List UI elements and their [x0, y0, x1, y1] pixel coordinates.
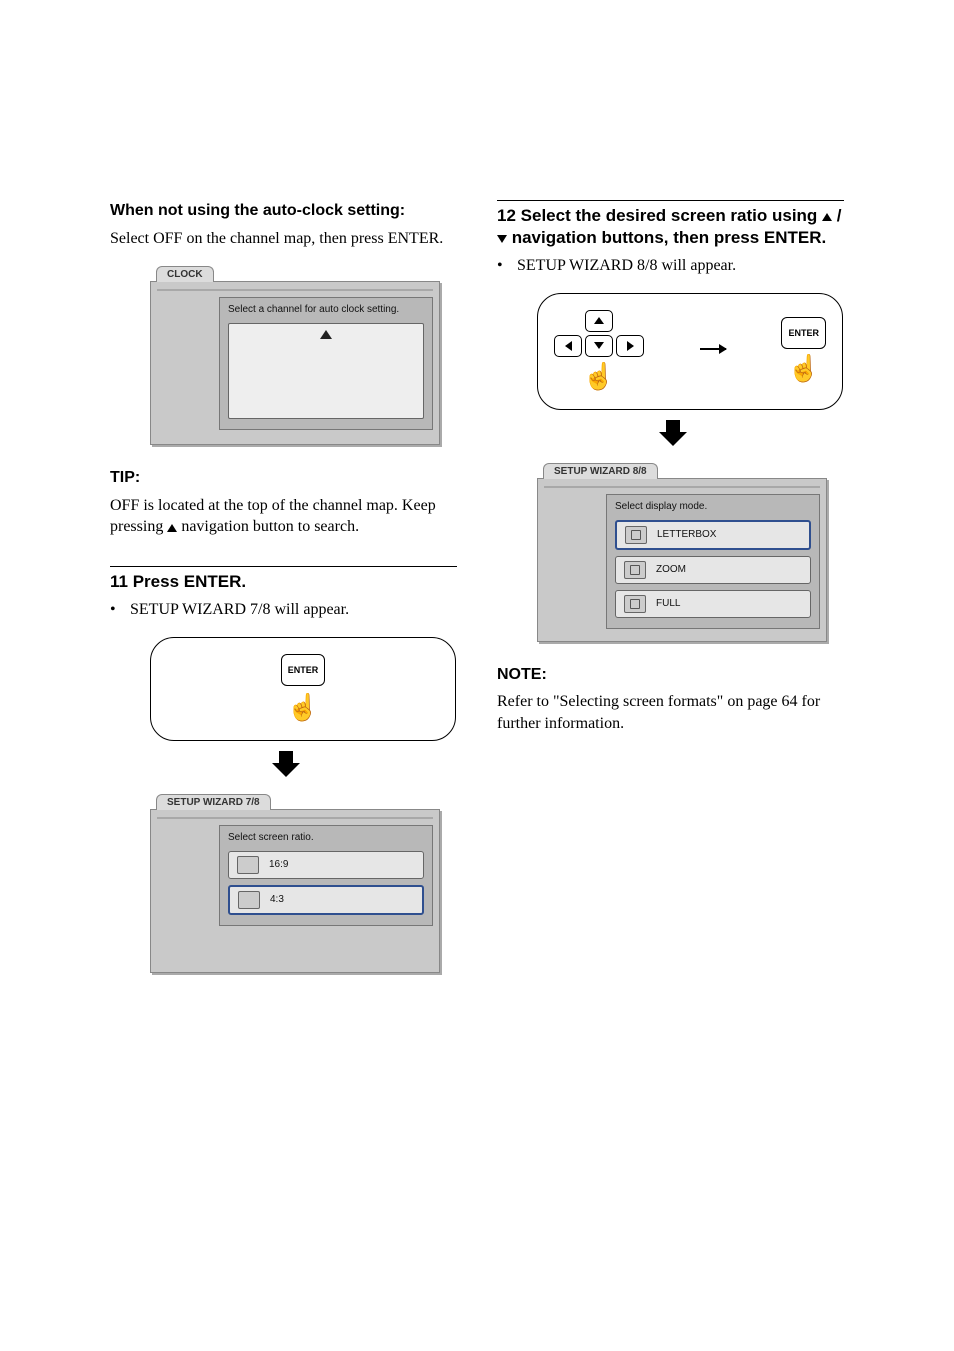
- display-mode-icon: [625, 526, 647, 544]
- text-auto-clock: Select OFF on the channel map, then pres…: [110, 228, 457, 250]
- heading-auto-clock: When not using the auto-clock setting:: [110, 200, 457, 222]
- tip-body: OFF is located at the top of the channel…: [110, 495, 457, 538]
- option-full: FULL: [615, 590, 811, 618]
- divider: [110, 566, 457, 567]
- display-mode-icon: [624, 561, 646, 579]
- osd-wizard-7: SETUP WIZARD 7/8 Select screen ratio. 16…: [150, 791, 440, 973]
- step-12-line2: navigation buttons, then press ENTER.: [507, 228, 826, 247]
- divider: [497, 200, 844, 201]
- bullet-icon: •: [497, 255, 507, 277]
- down-arrow-icon: [537, 420, 809, 446]
- step-12-number: 12: [497, 206, 516, 225]
- step-11-text: Press ENTER.: [133, 572, 246, 591]
- option-4-3-label: 4:3: [270, 894, 284, 905]
- note-body: Refer to "Selecting screen formats" on p…: [497, 691, 844, 734]
- nav-left-icon: [554, 335, 582, 357]
- tip-label: TIP:: [110, 467, 457, 489]
- right-arrow-icon: [700, 348, 726, 350]
- osd-wizard-8-inner: Select display mode. LETTERBOX ZOOM: [606, 494, 820, 629]
- display-mode-icon: [624, 595, 646, 613]
- triangle-up-icon: [167, 524, 177, 532]
- nav-up-icon: [585, 310, 613, 332]
- option-zoom: ZOOM: [615, 556, 811, 584]
- page: When not using the auto-clock setting: S…: [0, 0, 954, 1033]
- step-12-line1a: Select the desired screen ratio using: [521, 206, 822, 225]
- tip-body-b: navigation button to search.: [177, 518, 359, 535]
- remote-diagram-nav: ☝ ENTER ☝: [537, 293, 843, 410]
- enter-button-icon: ENTER: [781, 317, 826, 349]
- step-11-title: 11 Press ENTER.: [110, 571, 457, 593]
- option-zoom-label: ZOOM: [656, 564, 686, 575]
- step-11-bullet: • SETUP WIZARD 7/8 will appear.: [110, 599, 457, 621]
- nav-right-icon: [616, 335, 644, 357]
- osd-clock-inner-title: Select a channel for auto clock setting.: [228, 304, 424, 315]
- option-letterbox: LETTERBOX: [615, 520, 811, 550]
- enter-button-icon: ENTER: [281, 654, 326, 686]
- tv-icon: [238, 891, 260, 909]
- step-11-number: 11: [110, 572, 128, 591]
- triangle-up-icon: [320, 330, 332, 339]
- osd-wizard-7-inner-title: Select screen ratio.: [228, 832, 424, 843]
- osd-wizard-7-tab: SETUP WIZARD 7/8: [156, 794, 271, 810]
- hand-pointer-icon: ☝: [583, 363, 615, 389]
- right-column: 12 Select the desired screen ratio using…: [497, 200, 844, 973]
- option-full-label: FULL: [656, 598, 680, 609]
- osd-clock-spinner: [228, 323, 424, 419]
- triangle-down-icon: [497, 235, 507, 243]
- screen-ratio-options: 16:9 4:3: [228, 851, 424, 915]
- hand-pointer-icon: ☝: [788, 355, 820, 381]
- triangle-up-icon: [822, 213, 832, 221]
- hand-pointer-icon: ☝: [287, 694, 319, 720]
- osd-wizard-8-inner-title: Select display mode.: [615, 501, 811, 512]
- down-arrow-icon: [150, 751, 422, 777]
- option-4-3: 4:3: [228, 885, 424, 915]
- bullet-icon: •: [110, 599, 120, 621]
- nav-pad: [554, 310, 644, 357]
- osd-wizard-7-inner: Select screen ratio. 16:9 4:3: [219, 825, 433, 926]
- nav-down-icon: [585, 335, 613, 357]
- step-12-bullet-text: SETUP WIZARD 8/8 will appear.: [517, 255, 736, 277]
- tv-icon: [237, 856, 259, 874]
- osd-clock-body: Select a channel for auto clock setting.: [150, 281, 440, 445]
- step-12-bullet: • SETUP WIZARD 8/8 will appear.: [497, 255, 844, 277]
- osd-clock-inner: Select a channel for auto clock setting.: [219, 297, 433, 430]
- osd-clock-tab: CLOCK: [156, 266, 214, 282]
- option-16-9: 16:9: [228, 851, 424, 879]
- osd-wizard-8: SETUP WIZARD 8/8 Select display mode. LE…: [537, 460, 827, 642]
- osd-clock: CLOCK Select a channel for auto clock se…: [150, 263, 440, 445]
- osd-wizard-8-tab: SETUP WIZARD 8/8: [543, 463, 658, 479]
- step-11-bullet-text: SETUP WIZARD 7/8 will appear.: [130, 599, 349, 621]
- step-12-title: 12 Select the desired screen ratio using…: [497, 205, 844, 249]
- left-column: When not using the auto-clock setting: S…: [110, 200, 457, 973]
- option-16-9-label: 16:9: [269, 859, 288, 870]
- option-letterbox-label: LETTERBOX: [657, 529, 716, 540]
- note-label: NOTE:: [497, 664, 844, 686]
- step-12-line1b: /: [832, 206, 841, 225]
- remote-diagram-enter: ENTER ☝: [150, 637, 456, 741]
- osd-wizard-8-body: Select display mode. LETTERBOX ZOOM: [537, 478, 827, 642]
- display-mode-options: LETTERBOX ZOOM FULL: [615, 520, 811, 618]
- osd-wizard-7-body: Select screen ratio. 16:9 4:3: [150, 809, 440, 973]
